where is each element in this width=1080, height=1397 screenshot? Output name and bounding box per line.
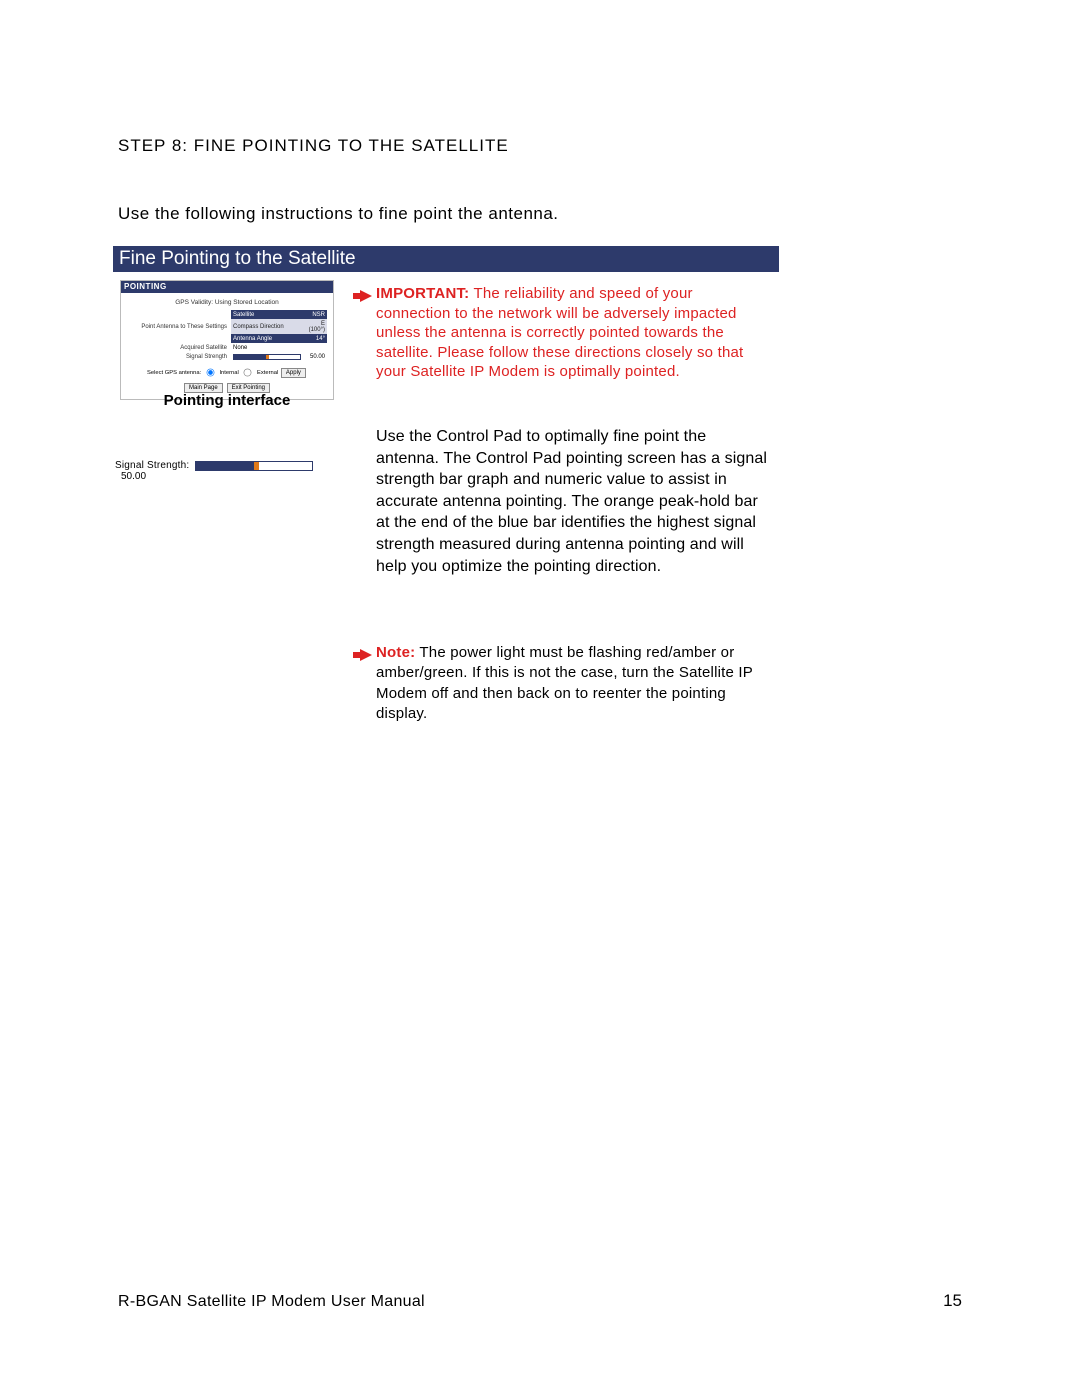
instruction-paragraph: Use the Control Pad to optimally fine po… bbox=[376, 426, 771, 577]
params-label: Point Antenna to These Settings bbox=[127, 319, 231, 334]
signal-strength-label: Signal Strength: bbox=[115, 460, 189, 471]
signal-strength-bar bbox=[195, 461, 313, 471]
gps-antenna-prefix: Select GPS antenna: bbox=[147, 370, 201, 376]
important-note: IMPORTANT: The reliability and speed of … bbox=[376, 284, 766, 382]
page-number: 15 bbox=[943, 1291, 962, 1311]
arrow-icon bbox=[360, 649, 372, 661]
pointing-panel: POINTING GPS Validity: Using Stored Loca… bbox=[120, 280, 334, 400]
intro-text: Use the following instructions to fine p… bbox=[118, 204, 559, 224]
radio-external[interactable] bbox=[244, 368, 252, 376]
compass-label: Compass Direction bbox=[231, 319, 303, 334]
note-block: Note: The power light must be flashing r… bbox=[376, 643, 771, 724]
arrow-icon bbox=[360, 290, 372, 302]
radio-internal[interactable] bbox=[206, 368, 214, 376]
pointing-panel-caption: Pointing interface bbox=[120, 392, 334, 409]
angle-label: Antenna Angle bbox=[231, 334, 303, 343]
note-body: The power light must be flashing red/amb… bbox=[376, 644, 753, 722]
footer-title: R-BGAN Satellite IP Modem User Manual bbox=[118, 1293, 425, 1311]
radio-external-label: External bbox=[257, 370, 278, 376]
apply-button[interactable]: Apply bbox=[281, 368, 306, 378]
gps-antenna-radio-row: Select GPS antenna: Internal External Ap… bbox=[127, 366, 327, 379]
angle-value: 14° bbox=[303, 334, 327, 343]
section-banner: Fine Pointing to the Satellite bbox=[113, 246, 779, 272]
mini-sig-value: 50.00 bbox=[303, 352, 327, 362]
radio-internal-label: Internal bbox=[219, 370, 238, 376]
compass-value: E (100°) bbox=[303, 319, 327, 334]
signal-strength-block: Signal Strength: 50.00 bbox=[115, 460, 340, 482]
mini-sig-label: Signal Strength bbox=[127, 352, 231, 362]
pointing-table: Satellite NSR Point Antenna to These Set… bbox=[127, 310, 327, 362]
step-heading: STEP 8: FINE POINTING TO THE SATELLITE bbox=[118, 136, 509, 156]
pointing-panel-title: POINTING bbox=[121, 281, 333, 293]
note-lead: Note: bbox=[376, 644, 415, 661]
important-lead: IMPORTANT: bbox=[376, 285, 469, 302]
acquired-value: None bbox=[231, 343, 327, 352]
satellite-header: Satellite bbox=[231, 310, 303, 319]
signal-strength-value: 50.00 bbox=[121, 471, 146, 482]
gps-validity-text: GPS Validity: Using Stored Location bbox=[127, 299, 327, 306]
satellite-value: NSR bbox=[303, 310, 327, 319]
acquired-label: Acquired Satellite bbox=[127, 343, 231, 352]
mini-signal-bar bbox=[233, 354, 301, 360]
